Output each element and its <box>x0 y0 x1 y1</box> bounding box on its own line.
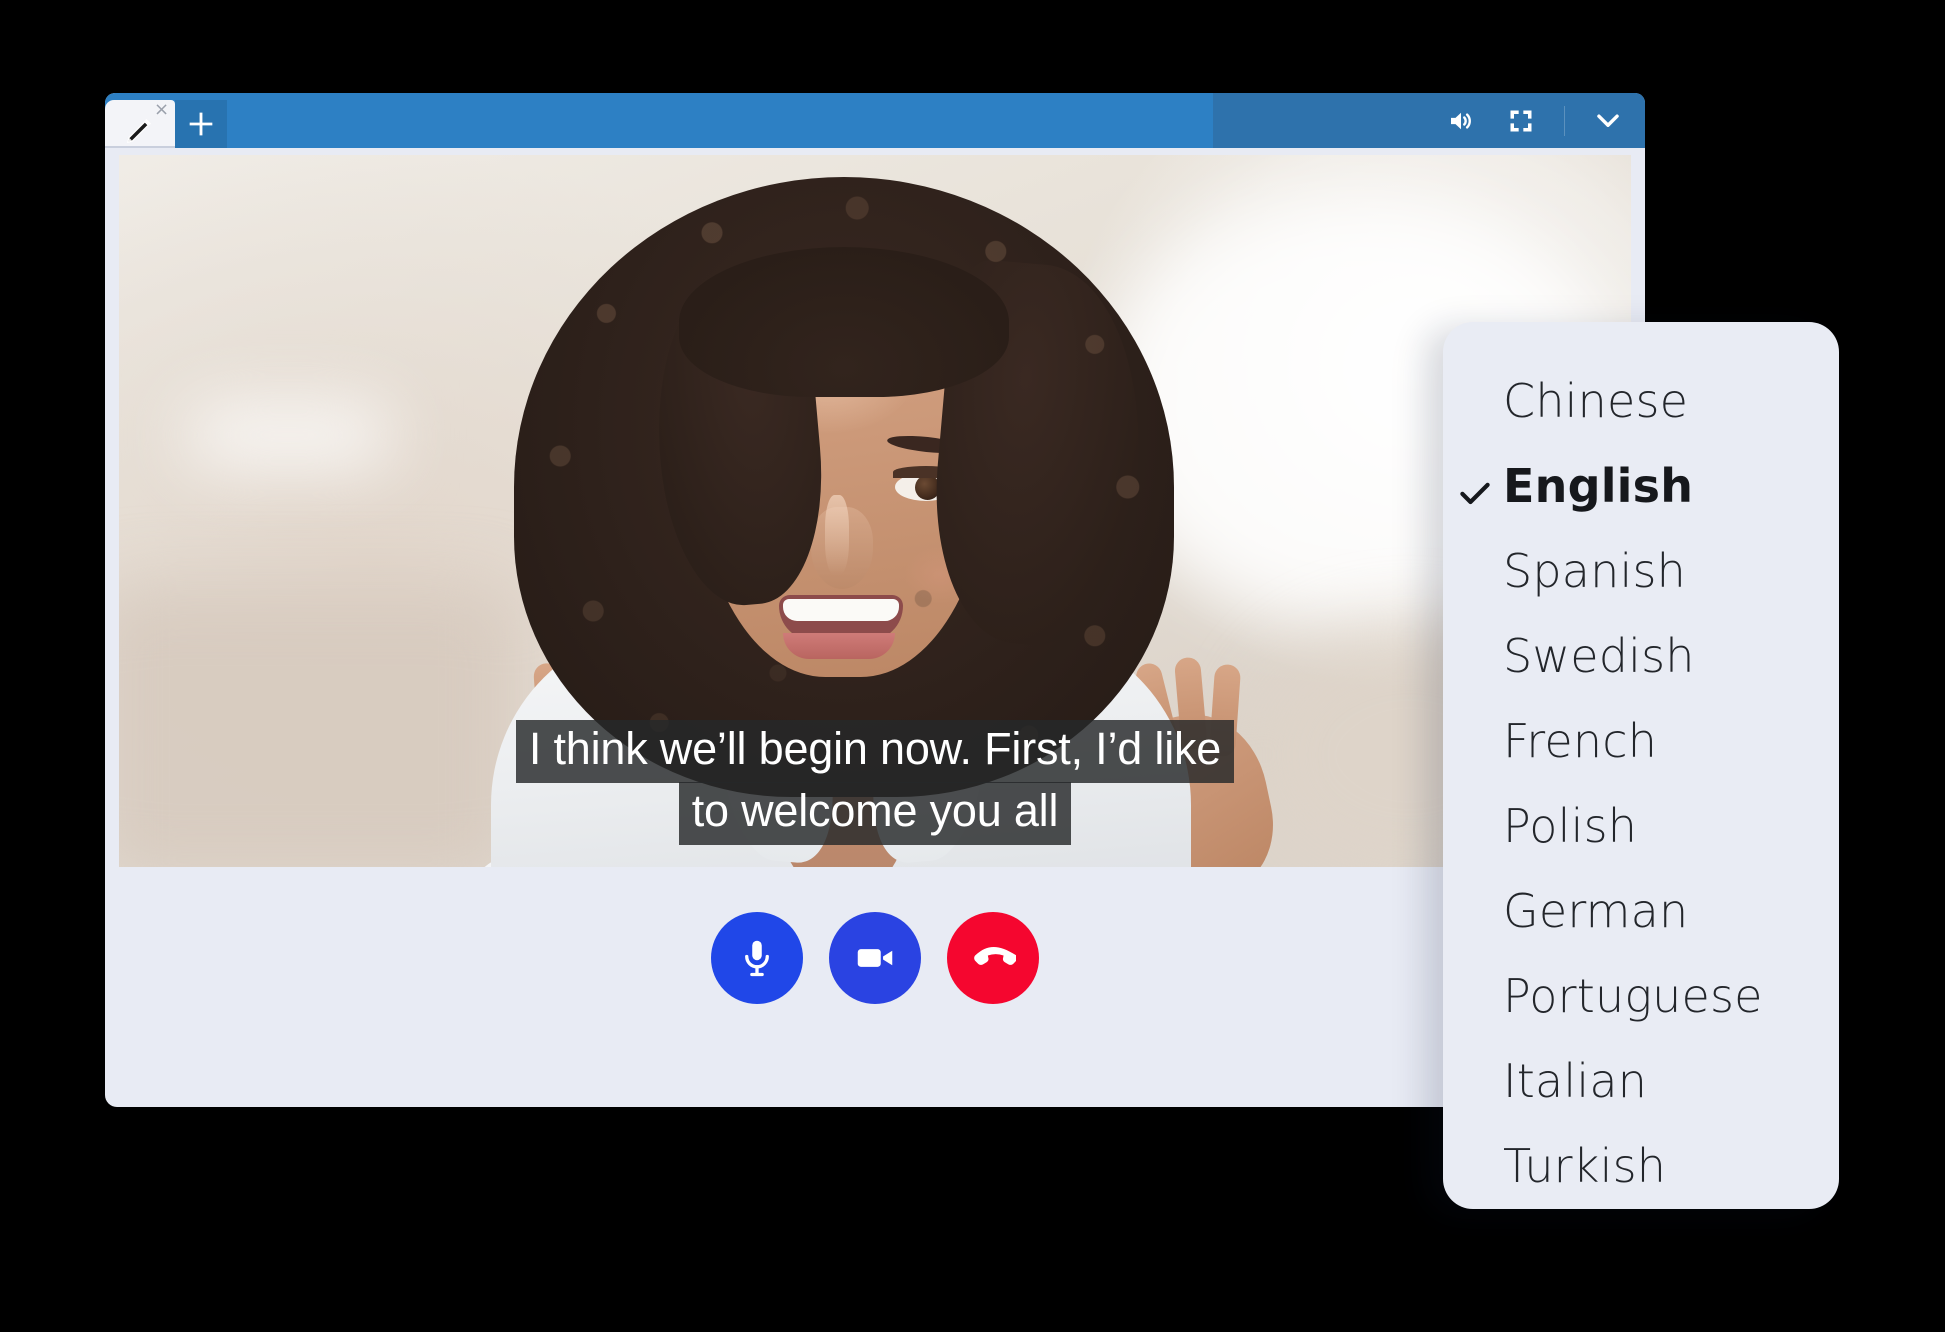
language-option-label: Chinese <box>1503 373 1689 428</box>
camera-button[interactable] <box>829 912 921 1004</box>
language-option-portuguese[interactable]: Portuguese <box>1443 953 1839 1038</box>
language-option-italian[interactable]: Italian <box>1443 1038 1839 1123</box>
fullscreen-icon[interactable] <box>1504 104 1538 138</box>
language-option-label: Swedish <box>1503 628 1695 683</box>
chevron-down-icon[interactable] <box>1591 104 1625 138</box>
video-stage[interactable]: I think we’ll begin now. First, I’d like… <box>119 155 1631 867</box>
video-call-window: × I think we’ll begin now. First, I’d li… <box>105 93 1645 1107</box>
language-option-swedish[interactable]: Swedish <box>1443 613 1839 698</box>
microphone-icon <box>735 936 779 980</box>
language-option-label: English <box>1503 458 1694 513</box>
tab-active[interactable]: × <box>105 100 175 148</box>
close-icon[interactable]: × <box>153 101 170 119</box>
pencil-icon <box>125 111 155 143</box>
video-camera-icon <box>852 935 898 981</box>
language-option-english[interactable]: English <box>1443 443 1839 528</box>
language-option-spanish[interactable]: Spanish <box>1443 528 1839 613</box>
language-option-chinese[interactable]: Chinese <box>1443 358 1839 443</box>
language-option-polish[interactable]: Polish <box>1443 783 1839 868</box>
microphone-button[interactable] <box>711 912 803 1004</box>
end-call-button[interactable] <box>947 912 1039 1004</box>
volume-icon[interactable] <box>1444 104 1478 138</box>
language-option-label: Italian <box>1503 1053 1648 1108</box>
language-option-label: Polish <box>1503 798 1638 853</box>
video-participant <box>119 155 1631 867</box>
language-option-german[interactable]: German <box>1443 868 1839 953</box>
language-option-turkish[interactable]: Turkish <box>1443 1123 1839 1208</box>
window-titlebar: × <box>105 93 1645 148</box>
hair-texture <box>514 177 1174 797</box>
call-controls <box>119 883 1631 1033</box>
language-option-label: Turkish <box>1503 1138 1667 1193</box>
language-option-french[interactable]: French <box>1443 698 1839 783</box>
titlebar-actions <box>1444 93 1633 148</box>
new-tab-button[interactable] <box>175 100 227 148</box>
hangup-phone-icon <box>970 935 1016 981</box>
tabstrip: × <box>105 93 227 148</box>
titlebar-divider <box>1564 105 1565 136</box>
language-dropdown-menu[interactable]: Chinese English Spanish Swedish French P… <box>1443 322 1839 1209</box>
language-option-label: French <box>1503 713 1658 768</box>
check-icon <box>1457 468 1493 504</box>
language-option-label: German <box>1503 883 1689 938</box>
language-option-label: Portuguese <box>1503 968 1763 1023</box>
language-option-label: Spanish <box>1503 543 1687 598</box>
